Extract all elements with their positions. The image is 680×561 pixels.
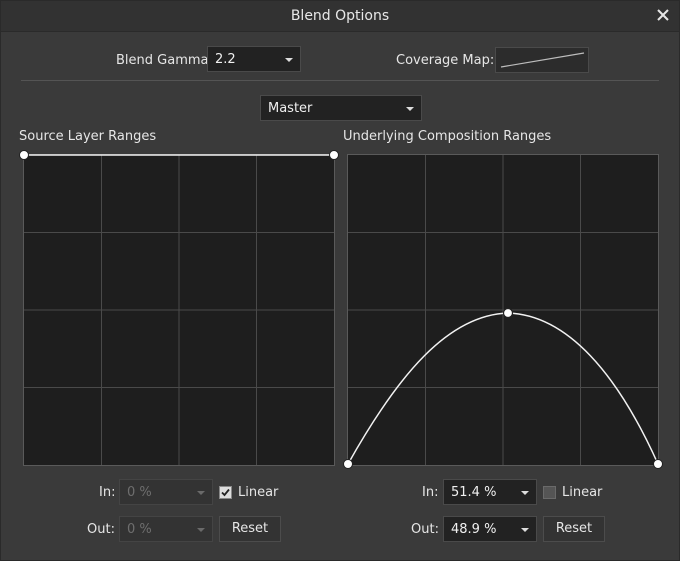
chevron-down-icon [521,528,529,532]
source-out-label: Out: [87,522,115,537]
source-out-value: 0 % [127,522,152,537]
checkmark-icon [221,488,230,497]
source-in-value: 0 % [127,485,152,500]
close-icon[interactable] [653,5,673,25]
source-curve [19,150,339,160]
source-ranges-heading: Source Layer Ranges [19,129,157,144]
source-in-label: In: [99,485,116,500]
source-linear-label: Linear [238,485,279,500]
source-out-dropdown[interactable]: 0 % [119,516,213,542]
underlying-reset-button[interactable]: Reset [543,516,605,542]
dialog-title: Blend Options [290,8,390,24]
coverage-map-curve[interactable] [495,47,589,73]
source-in-dropdown[interactable]: 0 % [119,479,213,505]
underlying-out-label: Out: [411,522,439,537]
source-grid [24,155,334,465]
chevron-down-icon [285,58,293,62]
blend-gamma-value: 2.2 [215,52,236,67]
source-reset-button[interactable]: Reset [219,516,281,542]
underlying-ranges-heading: Underlying Composition Ranges [343,129,552,144]
blend-options-dialog: Blend Options Blend Gamma: 2.2 Coverage … [0,0,680,561]
source-ranges-graph[interactable] [23,154,335,466]
chevron-down-icon [406,107,414,111]
underlying-out-dropdown[interactable]: 48.9 % [443,516,537,542]
underlying-in-label: In: [422,485,439,500]
chevron-down-icon [197,528,205,532]
underlying-linear-checkbox[interactable] [543,486,556,499]
underlying-end-handle[interactable] [653,459,663,469]
coverage-curve-icon [500,52,585,68]
channel-dropdown[interactable]: Master [260,95,422,121]
underlying-in-dropdown[interactable]: 51.4 % [443,479,537,505]
separator [21,80,659,81]
source-start-handle[interactable] [19,150,29,160]
chevron-down-icon [521,491,529,495]
underlying-mid-handle[interactable] [502,307,514,319]
underlying-curve [343,307,663,469]
blend-gamma-dropdown[interactable]: 2.2 [207,46,301,72]
coverage-map-label: Coverage Map: [396,53,495,68]
source-linear-checkbox[interactable] [219,486,232,499]
channel-value: Master [268,101,313,116]
title-bar: Blend Options [1,1,679,32]
chevron-down-icon [197,491,205,495]
underlying-in-value: 51.4 % [451,485,497,500]
underlying-start-handle[interactable] [343,459,353,469]
underlying-linear-label: Linear [562,485,603,500]
blend-gamma-label: Blend Gamma: [116,53,213,68]
underlying-out-value: 48.9 % [451,522,497,537]
